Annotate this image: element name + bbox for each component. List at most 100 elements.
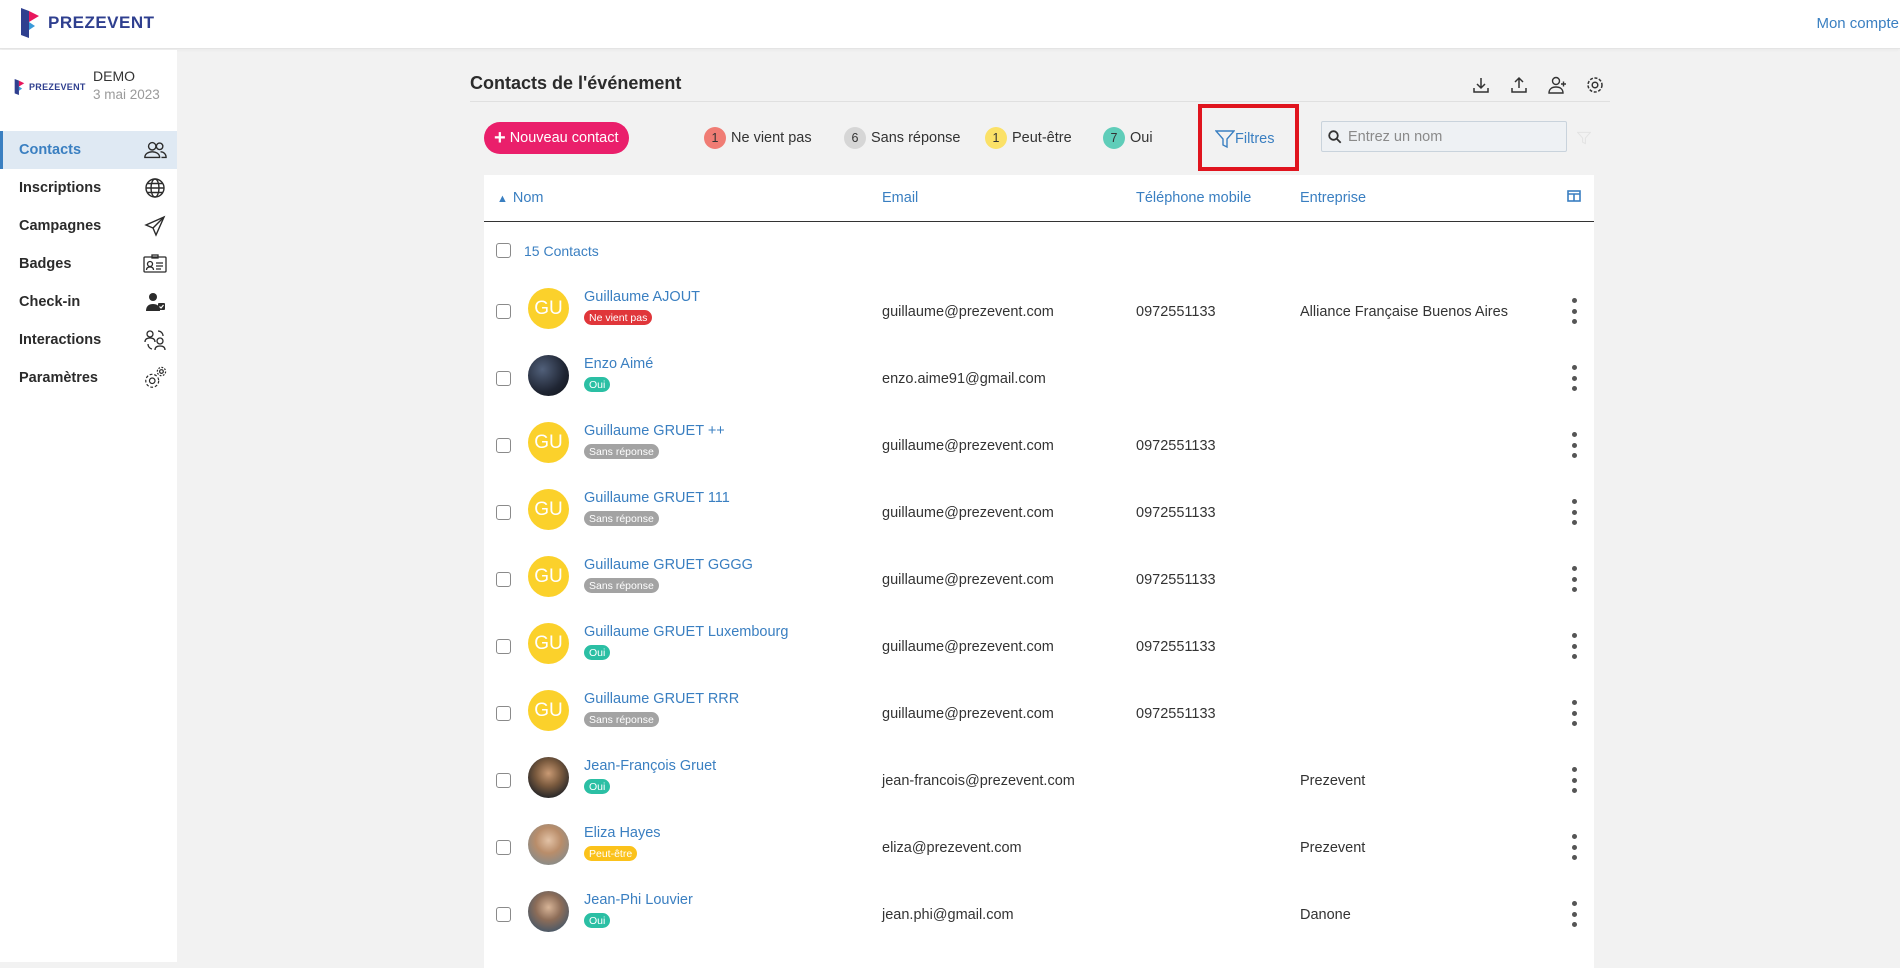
avatar-photo xyxy=(528,355,569,396)
cell-phone: 0972551133 xyxy=(1136,438,1216,454)
brand-name: PREZEVENT xyxy=(48,13,155,32)
contact-name-link[interactable]: Guillaume AJOUT xyxy=(584,289,700,305)
kebab-dot xyxy=(1571,386,1577,391)
select-all-row: 15 Contacts xyxy=(484,223,1594,278)
kebab-dot xyxy=(1571,432,1577,437)
contact-name-link[interactable]: Enzo Aimé xyxy=(584,356,653,372)
plus-icon: + xyxy=(494,127,506,149)
avatar-initials: GU xyxy=(528,690,569,731)
status-filter-oui[interactable]: 7 Oui xyxy=(1103,127,1153,149)
row-checkbox[interactable] xyxy=(496,572,511,587)
settings-icon[interactable] xyxy=(1584,74,1606,96)
kebab-dot xyxy=(1571,767,1577,772)
row-menu-kebab-icon[interactable] xyxy=(1566,566,1582,592)
avatar-photo xyxy=(528,891,569,932)
cell-email: jean.phi@gmail.com xyxy=(882,907,1014,923)
sidebar-item-badges[interactable]: Badges xyxy=(0,245,177,283)
table-row[interactable]: GU Guillaume GRUET Luxembourg Oui guillaume… xyxy=(484,613,1594,680)
filters-button[interactable]: Filtres xyxy=(1215,129,1274,149)
row-menu-kebab-icon[interactable] xyxy=(1566,901,1582,927)
contact-name-link[interactable]: Jean-François Gruet xyxy=(584,758,716,774)
table-row[interactable]: Jean-François Gruet Oui jean-francois@prez… xyxy=(484,747,1594,814)
status-filter-ne-vient-pas[interactable]: 1 Ne vient pas xyxy=(704,127,812,149)
column-header-company[interactable]: Entreprise xyxy=(1300,190,1366,206)
column-header-name[interactable]: ▲ Nom xyxy=(497,190,544,206)
contact-name-link[interactable]: Guillaume GRUET RRR xyxy=(584,691,739,707)
row-menu-kebab-icon[interactable] xyxy=(1566,432,1582,458)
upload-icon[interactable] xyxy=(1508,74,1530,96)
row-menu-kebab-icon[interactable] xyxy=(1566,834,1582,860)
sidebar-item-label: Badges xyxy=(19,256,72,272)
column-header-email[interactable]: Email xyxy=(882,190,918,206)
disabled-filter-icon xyxy=(1576,130,1592,151)
contact-name-link[interactable]: Guillaume GRUET 111 xyxy=(584,490,730,506)
event-logo-text: PREZEVENT xyxy=(29,82,86,92)
kebab-dot xyxy=(1571,901,1577,906)
columns-settings-icon[interactable] xyxy=(1567,189,1581,207)
download-icon[interactable] xyxy=(1470,74,1492,96)
select-all-checkbox[interactable] xyxy=(496,243,511,258)
table-row[interactable]: GU Guillaume GRUET 111 Sans réponse guillau… xyxy=(484,479,1594,546)
status-filter-peut-etre[interactable]: 1 Peut-être xyxy=(985,127,1072,149)
contact-name-link[interactable]: Jean-Phi Louvier xyxy=(584,892,693,908)
sidebar-item-contacts[interactable]: Contacts xyxy=(0,131,177,169)
row-menu-kebab-icon[interactable] xyxy=(1566,298,1582,324)
new-contact-button[interactable]: + Nouveau contact xyxy=(484,122,629,154)
sidebar-item-parametres[interactable]: Paramètres xyxy=(0,359,177,397)
row-checkbox[interactable] xyxy=(496,438,511,453)
contact-name-link[interactable]: Guillaume GRUET ++ xyxy=(584,423,725,439)
row-menu-kebab-icon[interactable] xyxy=(1566,365,1582,391)
table-row[interactable]: Jean-Phi Louvier Oui jean.phi@gmail.com Dan… xyxy=(484,881,1594,948)
contact-name-link[interactable]: Guillaume GRUET GGGG xyxy=(584,557,753,573)
event-name: DEMO xyxy=(93,68,135,84)
search-icon xyxy=(1322,129,1348,144)
sidebar-item-inscriptions[interactable]: Inscriptions xyxy=(0,169,177,207)
kebab-dot xyxy=(1571,844,1577,850)
table-row[interactable]: Enzo Aimé Oui enzo.aime91@gmail.com xyxy=(484,345,1594,412)
sidebar-item-interactions[interactable]: Interactions xyxy=(0,321,177,359)
brand-logo[interactable]: PREZEVENT xyxy=(21,8,155,38)
cell-phone: 0972551133 xyxy=(1136,639,1216,655)
event-header[interactable]: PREZEVENT DEMO 3 mai 2023 xyxy=(14,66,174,106)
sidebar-item-check-in[interactable]: Check-in xyxy=(0,283,177,321)
table-row[interactable]: GU Guillaume AJOUT Ne vient pas guillaume@p… xyxy=(484,278,1594,345)
contacts-count[interactable]: 15 Contacts xyxy=(524,243,599,259)
table-row[interactable]: GU Guillaume GRUET GGGG Sans réponse guilla… xyxy=(484,546,1594,613)
row-checkbox[interactable] xyxy=(496,907,511,922)
row-checkbox[interactable] xyxy=(496,773,511,788)
contact-name-link[interactable]: Eliza Hayes xyxy=(584,825,661,841)
status-filter-sans-reponse[interactable]: 6 Sans réponse xyxy=(844,127,960,149)
interactions-icon xyxy=(143,329,167,351)
row-checkbox[interactable] xyxy=(496,706,511,721)
sidebar-item-campagnes[interactable]: Campagnes xyxy=(0,207,177,245)
cell-email: jean-francois@prezevent.com xyxy=(882,773,1075,789)
row-menu-kebab-icon[interactable] xyxy=(1566,499,1582,525)
status-count: 1 xyxy=(985,127,1007,149)
row-menu-kebab-icon[interactable] xyxy=(1566,700,1582,726)
contacts-icon xyxy=(143,139,167,161)
prezevent-mini-logo-icon xyxy=(14,79,25,95)
cell-email: enzo.aime91@gmail.com xyxy=(882,371,1046,387)
kebab-dot xyxy=(1571,922,1577,927)
cell-email: guillaume@prezevent.com xyxy=(882,304,1054,320)
row-checkbox[interactable] xyxy=(496,304,511,319)
row-checkbox[interactable] xyxy=(496,371,511,386)
kebab-dot xyxy=(1571,643,1577,649)
row-checkbox[interactable] xyxy=(496,840,511,855)
cell-phone: 0972551133 xyxy=(1136,304,1216,320)
kebab-dot xyxy=(1571,911,1577,917)
table-row[interactable]: GU Guillaume GRUET ++ Sans réponse guillaum… xyxy=(484,412,1594,479)
search-input[interactable] xyxy=(1348,128,1558,145)
row-menu-kebab-icon[interactable] xyxy=(1566,633,1582,659)
column-header-phone[interactable]: Téléphone mobile xyxy=(1136,190,1251,206)
row-checkbox[interactable] xyxy=(496,505,511,520)
table-row[interactable]: Eliza Hayes Peut-être eliza@prezevent.com P… xyxy=(484,814,1594,881)
my-account-link[interactable]: Mon compte xyxy=(1816,15,1899,32)
cell-email: guillaume@prezevent.com xyxy=(882,572,1054,588)
contact-name-link[interactable]: Guillaume GRUET Luxembourg xyxy=(584,624,788,640)
user-group-icon[interactable] xyxy=(1546,74,1568,96)
row-menu-kebab-icon[interactable] xyxy=(1566,767,1582,793)
table-row[interactable]: GU Guillaume GRUET RRR Sans réponse guillau… xyxy=(484,680,1594,747)
badge-card-icon xyxy=(143,253,167,275)
row-checkbox[interactable] xyxy=(496,639,511,654)
